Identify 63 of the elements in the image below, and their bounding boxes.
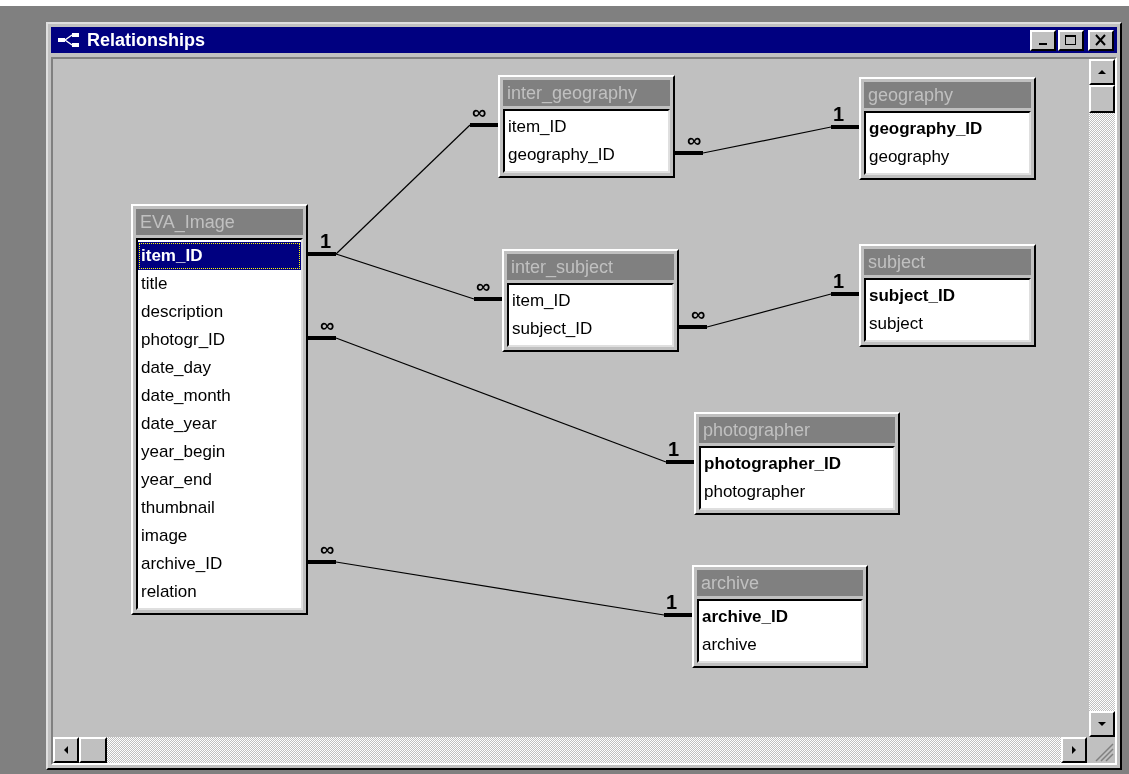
field-item[interactable]: year_end <box>138 466 301 494</box>
field-item[interactable]: subject <box>866 310 1029 338</box>
cardinality-label: 1 <box>668 438 680 460</box>
right-arrow-icon <box>1070 744 1078 756</box>
left-arrow-icon <box>62 744 70 756</box>
table-box[interactable]: EVA_Image item_ID title description photogr_ID date_day date_month date_year year_begin year_end thumbnail image archive_ID relation <box>131 204 308 615</box>
maximize-icon <box>1064 34 1078 46</box>
close-icon <box>1094 34 1108 46</box>
field-item[interactable]: photogr_ID <box>138 326 301 354</box>
scroll-thumb[interactable] <box>1089 85 1115 113</box>
relationships-icon <box>57 32 81 48</box>
field-item[interactable]: date_year <box>138 410 301 438</box>
field-item[interactable]: item_ID <box>138 242 301 270</box>
table-box[interactable]: photographer photographer_ID photographer <box>694 412 900 515</box>
up-arrow-icon <box>1096 68 1108 76</box>
field-item[interactable]: archive <box>699 631 861 659</box>
cardinality-label: ∞ <box>472 101 487 123</box>
field-item[interactable]: year_begin <box>138 438 301 466</box>
field-item[interactable]: description <box>138 298 301 326</box>
down-arrow-icon <box>1096 720 1108 728</box>
cardinality-label: 1 <box>833 103 845 125</box>
field-item[interactable]: subject_ID <box>509 315 672 343</box>
cardinality-label: ∞ <box>687 129 702 151</box>
scroll-left-button[interactable] <box>53 737 79 763</box>
field-item[interactable]: relation <box>138 578 301 606</box>
field-item[interactable]: photographer_ID <box>701 450 893 478</box>
minimize-button[interactable] <box>1030 29 1056 51</box>
minimize-icon <box>1039 43 1047 45</box>
table-box[interactable]: inter_geography item_ID geography_ID <box>498 75 675 178</box>
field-item[interactable]: item_ID <box>509 287 672 315</box>
field-item[interactable]: date_day <box>138 354 301 382</box>
field-item[interactable]: image <box>138 522 301 550</box>
field-item[interactable]: archive_ID <box>138 550 301 578</box>
maximize-button[interactable] <box>1058 29 1084 51</box>
horizontal-scrollbar[interactable] <box>53 737 1087 763</box>
field-item[interactable]: title <box>138 270 301 298</box>
field-item[interactable]: geography <box>866 143 1029 171</box>
cardinality-label: ∞ <box>320 538 335 560</box>
close-button[interactable] <box>1088 29 1114 51</box>
field-item[interactable]: geography_ID <box>505 141 668 169</box>
table-box[interactable]: inter_subject item_ID subject_ID <box>502 249 679 352</box>
scroll-up-button[interactable] <box>1089 59 1115 85</box>
cardinality-label: 1 <box>320 230 332 252</box>
table-box[interactable]: archive archive_ID archive <box>692 565 868 668</box>
cardinality-label: ∞ <box>320 314 335 336</box>
scroll-thumb[interactable] <box>79 737 107 763</box>
cardinality-label: 1 <box>833 270 845 292</box>
table-box[interactable]: geography geography_ID geography <box>859 77 1036 180</box>
cardinality-label: ∞ <box>476 275 491 297</box>
field-item[interactable]: geography_ID <box>866 115 1029 143</box>
cardinality-label: ∞ <box>691 303 706 325</box>
cardinality-label: 1 <box>666 591 678 613</box>
vertical-scrollbar[interactable] <box>1089 59 1115 737</box>
table-box[interactable]: subject subject_ID subject <box>859 244 1036 347</box>
field-item[interactable]: thumbnail <box>138 494 301 522</box>
field-item[interactable]: archive_ID <box>699 603 861 631</box>
field-item[interactable]: photographer <box>701 478 893 506</box>
field-item[interactable]: subject_ID <box>866 282 1029 310</box>
scroll-down-button[interactable] <box>1089 711 1115 737</box>
scroll-right-button[interactable] <box>1061 737 1087 763</box>
window-title: Relationships <box>87 29 207 51</box>
field-item[interactable]: date_month <box>138 382 301 410</box>
field-item[interactable]: item_ID <box>505 113 668 141</box>
